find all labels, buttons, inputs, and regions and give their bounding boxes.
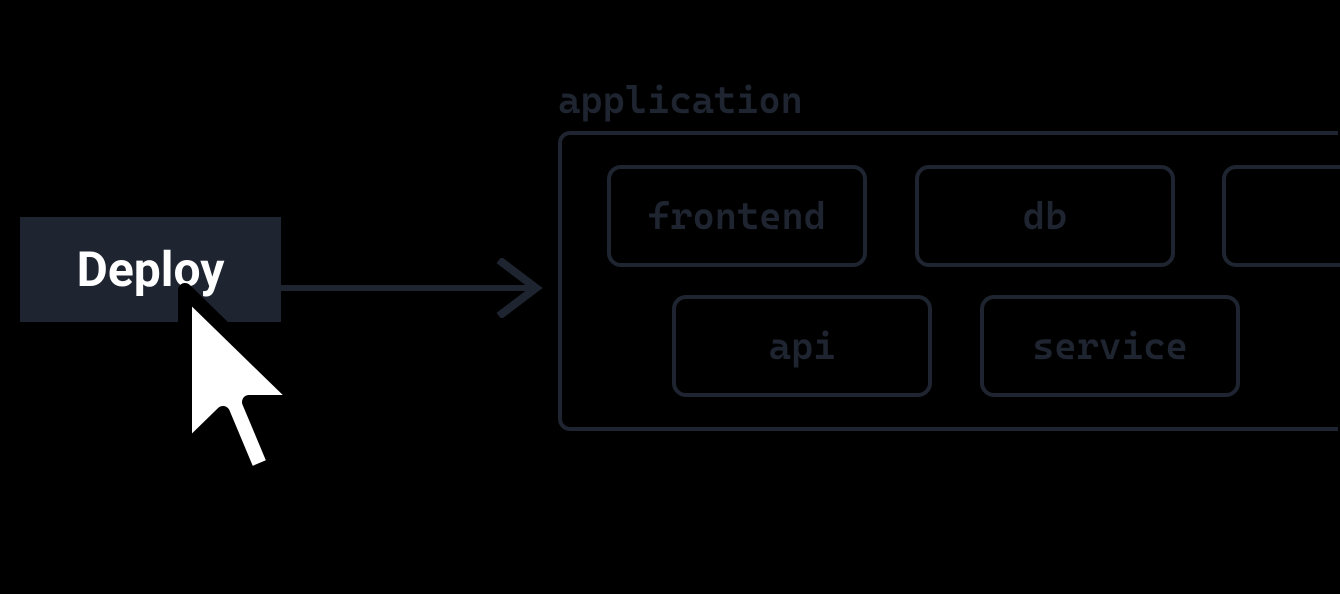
application-container: frontend db api service	[558, 131, 1338, 431]
deploy-button[interactable]: Deploy	[20, 217, 281, 322]
component-service-label: service	[1032, 324, 1188, 368]
application-label: application	[558, 78, 803, 122]
component-service: service	[980, 295, 1240, 397]
component-api-label: api	[769, 324, 836, 368]
component-partial	[1222, 165, 1340, 267]
component-db: db	[915, 165, 1175, 267]
component-frontend-label: frontend	[648, 194, 826, 238]
component-api: api	[672, 295, 932, 397]
component-db-label: db	[1023, 194, 1068, 238]
component-frontend: frontend	[607, 165, 867, 267]
arrow-icon	[281, 258, 544, 318]
deploy-button-label: Deploy	[77, 241, 225, 298]
